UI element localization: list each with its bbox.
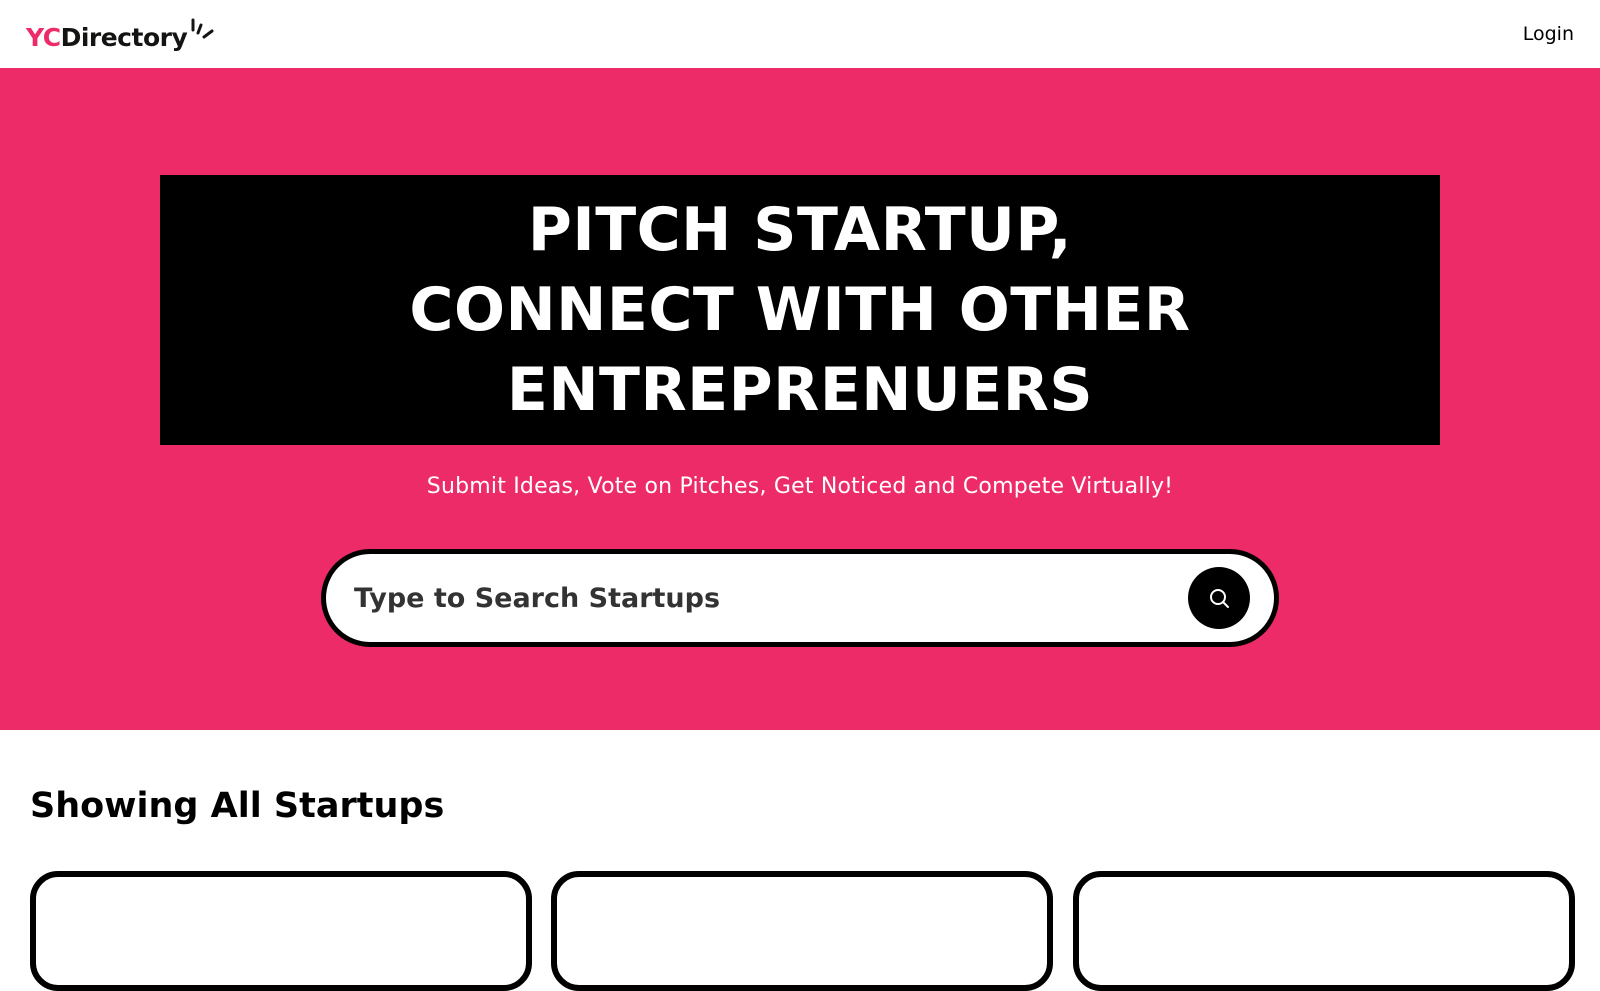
- search-form: [321, 549, 1279, 647]
- hero-subheading: Submit Ideas, Vote on Pitches, Get Notic…: [426, 474, 1174, 499]
- hero-heading-line-1: PITCH STARTUP,: [527, 195, 1073, 265]
- search-icon: [1210, 589, 1229, 608]
- hero-heading-line-2: CONNECT WITH OTHER: [409, 275, 1191, 345]
- hero-heading: PITCH STARTUP, CONNECT WITH OTHER ENTREP…: [160, 175, 1440, 445]
- startup-card[interactable]: [551, 871, 1053, 991]
- results-title: Showing All Startups: [30, 786, 445, 826]
- search-button[interactable]: [1188, 567, 1250, 629]
- logo-directory: Directory: [60, 22, 188, 52]
- logo-link[interactable]: YC Directory: [26, 18, 217, 52]
- navbar: YC Directory Login: [0, 0, 1600, 68]
- startup-card[interactable]: [1073, 871, 1575, 991]
- startup-card[interactable]: [30, 871, 532, 991]
- hero-section: PITCH STARTUP, CONNECT WITH OTHER ENTREP…: [0, 68, 1600, 730]
- logo-spark-icon: [191, 18, 214, 38]
- hero-heading-line-3: ENTREPRENUERS: [506, 355, 1094, 425]
- search-input[interactable]: [354, 582, 1188, 614]
- login-link[interactable]: Login: [1523, 19, 1574, 49]
- logo-yc: YC: [26, 22, 61, 52]
